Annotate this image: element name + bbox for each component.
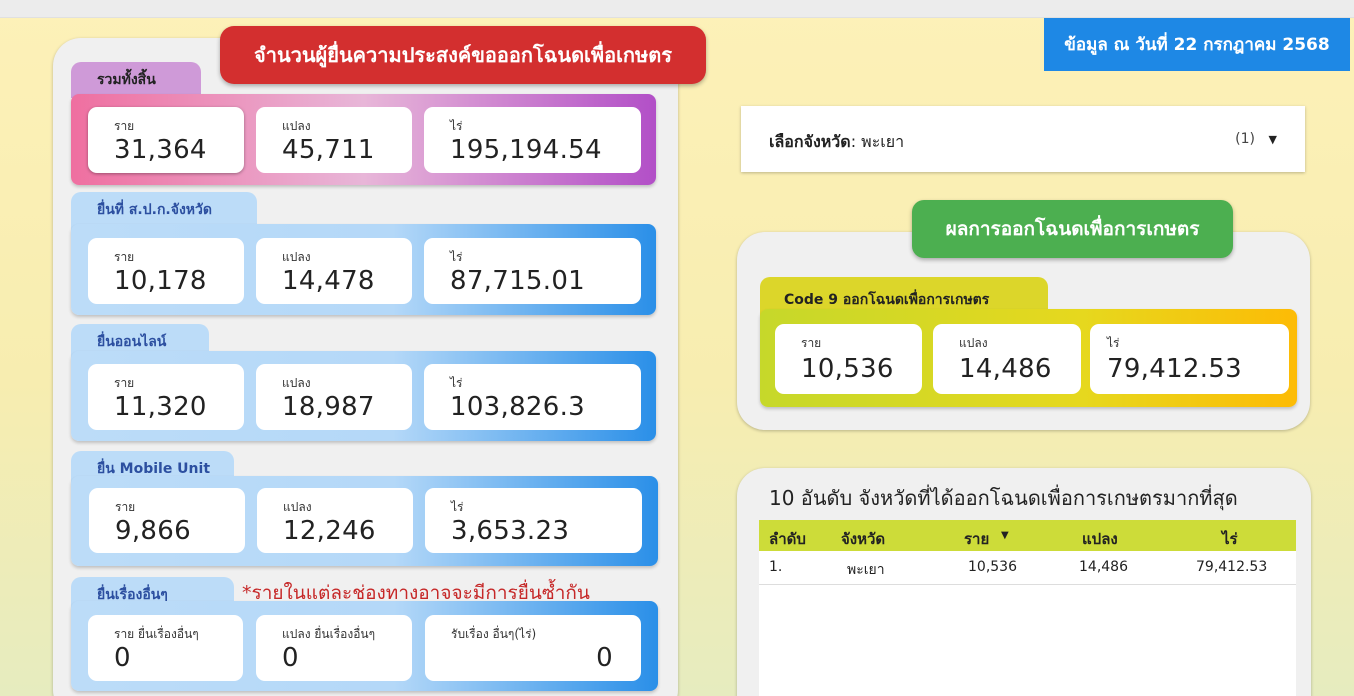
card-value: 103,826.3	[450, 392, 586, 422]
card-label: แปลง	[282, 376, 311, 390]
card-value: 31,364	[114, 135, 207, 165]
cell-rank: 1.	[769, 559, 783, 575]
card-label: ราย	[114, 376, 135, 390]
card-value: 3,653.23	[451, 516, 570, 546]
card-value: 79,412.53	[1107, 354, 1243, 384]
code9-persons-card: ราย 10,536	[775, 324, 922, 394]
card-value: 0	[282, 643, 299, 673]
card-label: แปลง ยื่นเรื่องอื่นๆ	[282, 627, 376, 641]
province-office-plots-card: แปลง 14,478	[256, 238, 412, 304]
cell-plots: 14,486	[1079, 559, 1128, 575]
header-rank[interactable]: ลำดับ	[769, 527, 806, 551]
card-value: 11,320	[114, 392, 207, 422]
card-label: แปลง	[282, 250, 311, 264]
online-persons-card: ราย 11,320	[88, 364, 244, 430]
card-value: 14,478	[282, 266, 375, 296]
other-plots-card: แปลง ยื่นเรื่องอื่นๆ 0	[256, 615, 412, 681]
card-label: ราย ยื่นเรื่องอื่นๆ	[114, 627, 199, 641]
province-office-rai-card: ไร่ 87,715.01	[424, 238, 641, 304]
card-value: 10,178	[114, 266, 207, 296]
province-select-label: เลือกจังหวัด: พะเยา	[769, 130, 904, 155]
card-label: ไร่	[451, 500, 464, 514]
card-value: 195,194.54	[450, 135, 602, 165]
date-banner: ข้อมูล ณ วันที่ 22 กรกฎาคม 2568	[1044, 18, 1350, 71]
online-rai-card: ไร่ 103,826.3	[424, 364, 641, 430]
card-label: ราย	[115, 500, 136, 514]
table-row[interactable]: 1. พะเยา 10,536 14,486 79,412.53	[759, 551, 1296, 585]
cell-province: พะเยา	[847, 562, 885, 578]
result-title: ผลการออกโฉนดเพื่อการเกษตร	[912, 200, 1233, 258]
card-label: แปลง	[283, 500, 312, 514]
mobile-unit-plots-card: แปลง 12,246	[257, 488, 413, 553]
table-header: ลำดับ จังหวัด ราย ▼ แปลง ไร่	[759, 520, 1296, 551]
other-rai-card: รับเรื่อง อื่นๆ(ไร่) 0	[425, 615, 641, 681]
card-value: 14,486	[959, 354, 1052, 384]
card-label: แปลง	[959, 336, 988, 350]
card-label: ไร่	[450, 376, 463, 390]
other-persons-card: ราย ยื่นเรื่องอื่นๆ 0	[88, 615, 243, 681]
card-label: ไร่	[450, 119, 463, 133]
cell-persons: 10,536	[968, 559, 1017, 575]
card-label: รับเรื่อง อื่นๆ(ไร่)	[451, 627, 537, 641]
card-label: ราย	[114, 119, 135, 133]
tab-total: รวมทั้งสิ้น	[71, 62, 201, 98]
card-value: 10,536	[801, 354, 894, 384]
code9-plots-card: แปลง 14,486	[933, 324, 1081, 394]
mobile-unit-rai-card: ไร่ 3,653.23	[425, 488, 642, 553]
header-plots[interactable]: แปลง	[1082, 527, 1118, 551]
card-value: 0	[596, 643, 613, 673]
header-province[interactable]: จังหวัด	[841, 527, 885, 551]
code9-rai-card: ไร่ 79,412.53	[1090, 324, 1289, 394]
card-value: 87,715.01	[450, 266, 586, 296]
total-plots-card: แปลง 45,711	[256, 107, 412, 173]
mobile-unit-persons-card: ราย 9,866	[89, 488, 245, 553]
card-label: ราย	[801, 336, 822, 350]
province-select-count: (1)	[1235, 131, 1255, 147]
card-label: ไร่	[450, 250, 463, 264]
online-plots-card: แปลง 18,987	[256, 364, 412, 430]
card-label: แปลง	[282, 119, 311, 133]
top10-title: 10 อันดับ จังหวัดที่ได้ออกโฉนดเพื่อการเก…	[769, 486, 1238, 510]
province-select-value: : พะเยา	[850, 132, 905, 151]
card-value: 9,866	[115, 516, 191, 546]
caret-down-icon[interactable]: ▼	[1269, 133, 1277, 146]
card-value: 12,246	[283, 516, 376, 546]
card-value: 0	[114, 643, 131, 673]
card-value: 45,711	[282, 135, 375, 165]
province-select-caption: เลือกจังหวัด	[769, 132, 851, 151]
header-rai[interactable]: ไร่	[1222, 527, 1238, 551]
card-label: ไร่	[1107, 336, 1120, 350]
main-title: จำนวนผู้ยื่นความประสงค์ขอออกโฉนดเพื่อเกษ…	[220, 26, 706, 84]
total-rai-card: ไร่ 195,194.54	[424, 107, 641, 173]
province-office-persons-card: ราย 10,178	[88, 238, 244, 304]
cell-rai: 79,412.53	[1196, 559, 1268, 575]
sort-desc-icon[interactable]: ▼	[1001, 530, 1009, 541]
card-value: 18,987	[282, 392, 375, 422]
header-persons[interactable]: ราย	[964, 527, 989, 551]
total-persons-card: ราย 31,364	[88, 107, 244, 173]
province-select[interactable]: เลือกจังหวัด: พะเยา (1) ▼	[741, 106, 1305, 172]
top-bar	[0, 0, 1354, 18]
card-label: ราย	[114, 250, 135, 264]
